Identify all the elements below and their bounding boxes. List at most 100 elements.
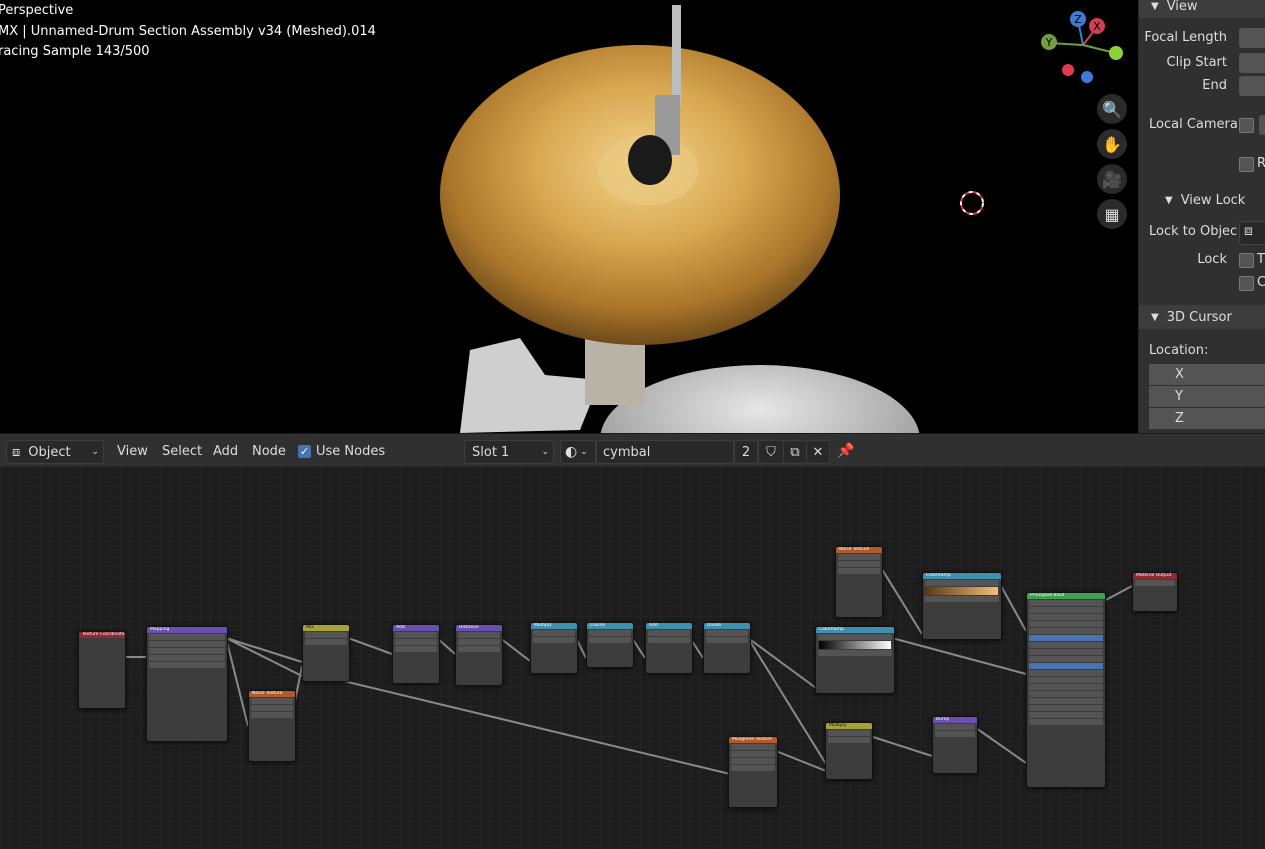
focal-length-field[interactable]: [1239, 28, 1265, 48]
node-title: Texture Coordinate: [79, 632, 125, 638]
mode-dropdown[interactable]: ⧈ Object ⌄: [6, 440, 104, 464]
node-math-add[interactable]: Add: [645, 622, 693, 674]
gizmo-y-label: Y: [1045, 36, 1053, 49]
panel-view-header[interactable]: ▼ View: [1139, 0, 1265, 18]
fake-user-shield-icon[interactable]: ⛉: [758, 440, 784, 464]
node-title: Bump: [933, 717, 977, 723]
cursor-x-field[interactable]: X: [1149, 364, 1265, 385]
node-noise-texture[interactable]: Noise Texture: [248, 690, 296, 762]
render-region-label: R: [1257, 156, 1265, 171]
material-sphere-icon: ◐: [565, 444, 578, 460]
lock-camera-checkbox[interactable]: [1239, 276, 1254, 291]
lock-label: Lock: [1197, 252, 1227, 267]
node-math-cosine[interactable]: Cosine: [586, 622, 634, 668]
use-nodes-toggle[interactable]: ✓ Use Nodes: [298, 440, 385, 462]
node-math-multiply[interactable]: Multiply: [530, 622, 578, 674]
gizmo-z-label: Z: [1074, 13, 1082, 26]
gizmo-x-label: X: [1093, 20, 1101, 33]
object-mode-icon: ⧈: [12, 444, 21, 460]
slot-dropdown[interactable]: Slot 1 ⌄: [464, 440, 554, 464]
cursor-z-field[interactable]: Z: [1149, 408, 1265, 429]
node-distance[interactable]: Distance: [455, 624, 503, 686]
lock-to-3d-cursor-checkbox[interactable]: [1239, 253, 1254, 268]
menu-select[interactable]: Select: [162, 440, 202, 462]
node-colorramp-top[interactable]: ColorRamp: [922, 572, 1002, 640]
scene-render: [440, 5, 984, 433]
node-bump[interactable]: Bump: [932, 716, 978, 774]
node-mix[interactable]: Mix: [302, 624, 350, 682]
slot-label: Slot 1: [472, 444, 510, 460]
node-title: ColorRamp: [923, 573, 1001, 579]
focal-length-label: Focal Length: [1144, 30, 1227, 45]
cursor-y-field[interactable]: Y: [1149, 386, 1265, 407]
panel-3d-cursor-header[interactable]: ▼ 3D Cursor: [1139, 305, 1265, 329]
material-users-count[interactable]: 2: [734, 440, 758, 464]
node-principled-bsdf[interactable]: Principled BSDF: [1026, 592, 1106, 788]
duplicate-material-icon[interactable]: ⧉: [783, 440, 807, 464]
node-math-divide[interactable]: Divide: [703, 622, 751, 674]
pin-icon[interactable]: 📌: [836, 440, 856, 462]
clip-start-label: Clip Start: [1166, 55, 1227, 70]
material-name-field[interactable]: cymbal: [596, 440, 734, 464]
panel-view-lock-title: View Lock: [1180, 192, 1246, 208]
local-camera-field[interactable]: [1259, 115, 1265, 135]
panel-view-lock-header[interactable]: ▼ View Lock: [1139, 189, 1265, 211]
node-title: Add: [646, 623, 692, 629]
menu-add[interactable]: Add: [213, 440, 238, 462]
node-material-output[interactable]: Material Output: [1132, 572, 1178, 612]
chevron-down-icon: ⌄: [91, 447, 99, 457]
menu-node[interactable]: Node: [252, 440, 286, 462]
material-browse-button[interactable]: ◐ ⌄: [560, 440, 596, 464]
node-colorramp-mid[interactable]: ColorRamp: [815, 626, 895, 694]
lock-to-object-label: Lock to Objec: [1149, 224, 1238, 239]
drum-pedal: [460, 338, 600, 433]
lock-c-label: C: [1257, 275, 1265, 290]
cursor-x-label: X: [1175, 367, 1184, 382]
cursor-y-label: Y: [1175, 389, 1183, 404]
render-region-checkbox[interactable]: [1239, 157, 1254, 172]
use-nodes-label: Use Nodes: [316, 443, 386, 459]
cursor-z-label: Z: [1175, 411, 1184, 426]
snare-drum: [600, 365, 920, 433]
menu-view[interactable]: View: [117, 440, 148, 462]
node-title: Add: [393, 625, 439, 631]
collapse-arrow-icon: ▼: [1151, 311, 1159, 323]
material-name: cymbal: [603, 444, 651, 460]
node-musgrave-texture[interactable]: Musgrave Texture: [728, 736, 778, 808]
panel-view-title: View: [1166, 0, 1198, 14]
clip-end-label: End: [1202, 78, 1227, 93]
lock-t-label: T: [1257, 252, 1265, 267]
node-title: Mapping: [147, 627, 227, 633]
location-label: Location:: [1149, 343, 1209, 358]
node-title: Principled BSDF: [1027, 593, 1105, 599]
grid-icon[interactable]: ▦: [1097, 199, 1127, 229]
node-title: Material Output: [1133, 573, 1177, 579]
node-title: Musgrave Texture: [729, 737, 777, 743]
view-sidebar: ▼ View Focal Length Clip Start End Local…: [1138, 0, 1265, 433]
panel-3d-cursor-title: 3D Cursor: [1166, 309, 1232, 325]
node-title: Cosine: [587, 623, 633, 629]
node-editor-header: ⧈ Object ⌄ View Select Add Node ✓ Use No…: [0, 433, 1265, 467]
checkbox-checked-icon: ✓: [298, 444, 311, 458]
node-mix-multiply[interactable]: Multiply: [825, 722, 873, 780]
clip-end-field[interactable]: [1239, 76, 1265, 96]
node-texture-coordinate[interactable]: Texture Coordinate: [78, 631, 126, 709]
node-title: Multiply: [531, 623, 577, 629]
shader-node-editor[interactable]: Texture Coordinate Mapping Noise Texture…: [0, 466, 1265, 849]
close-icon[interactable]: ✕: [806, 440, 830, 464]
node-title: Noise Texture: [249, 691, 295, 697]
node-vector-add[interactable]: Add: [392, 624, 440, 684]
node-mapping[interactable]: Mapping: [146, 626, 228, 742]
3d-viewport[interactable]: Perspective MX | Unnamed-Drum Section As…: [0, 0, 1138, 433]
clip-start-field[interactable]: [1239, 53, 1265, 73]
local-camera-checkbox[interactable]: [1239, 118, 1254, 133]
navigation-gizmo[interactable]: Z X Y: [1035, 5, 1125, 85]
camera-icon[interactable]: 🎥: [1097, 164, 1127, 194]
lock-object-field[interactable]: ⧈: [1239, 221, 1265, 245]
node-noise-texture-2[interactable]: Noise Texture: [835, 546, 883, 618]
hand-icon[interactable]: ✋: [1097, 129, 1127, 159]
collapse-arrow-icon: ▼: [1151, 0, 1159, 12]
node-title: Noise Texture: [836, 547, 882, 553]
local-camera-label: Local Camera: [1149, 117, 1238, 132]
zoom-icon[interactable]: 🔍: [1097, 94, 1127, 124]
